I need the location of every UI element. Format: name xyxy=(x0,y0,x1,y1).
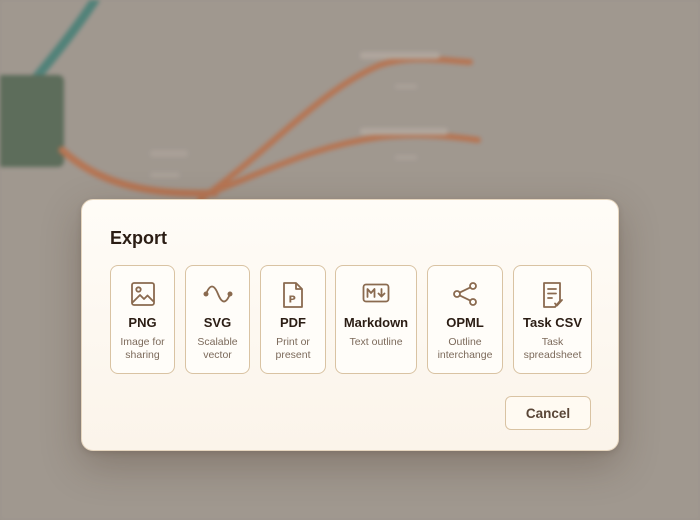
export-option-markdown[interactable]: Markdown Text outline xyxy=(335,265,417,374)
option-name: OPML xyxy=(446,315,484,330)
export-option-opml[interactable]: OPML Outline interchange xyxy=(427,265,503,374)
image-icon xyxy=(111,281,174,309)
spreadsheet-doc-icon xyxy=(514,281,591,309)
dialog-title: Export xyxy=(110,228,168,248)
option-description: Scalable vector xyxy=(197,336,238,361)
cancel-button[interactable]: Cancel xyxy=(505,396,591,430)
share-nodes-icon xyxy=(428,281,502,309)
option-name: Markdown xyxy=(343,315,409,330)
export-option-task-csv[interactable]: Task CSV Task spreadsheet xyxy=(513,265,592,374)
export-option-svg[interactable]: SVG Scalable vector xyxy=(185,265,250,374)
export-dialog: Export PNG Image for sharing SVG Scalabl… xyxy=(81,199,619,451)
markdown-icon xyxy=(336,281,416,309)
option-name: PDF xyxy=(280,315,306,330)
option-description: Text outline xyxy=(349,336,403,348)
option-name: PNG xyxy=(128,315,157,330)
pdf-file-icon: P xyxy=(261,281,325,309)
option-name: SVG xyxy=(203,315,232,330)
option-name: Task CSV xyxy=(522,315,582,330)
option-description: Print or present xyxy=(275,336,311,361)
export-option-png[interactable]: PNG Image for sharing xyxy=(110,265,175,374)
option-description: Image for sharing xyxy=(120,336,165,361)
svg-text:P: P xyxy=(289,295,296,306)
export-option-pdf[interactable]: P PDF Print or present xyxy=(260,265,326,374)
option-description: Task spreadsheet xyxy=(523,336,582,361)
option-description: Outline interchange xyxy=(437,336,493,361)
wave-icon xyxy=(186,281,249,309)
